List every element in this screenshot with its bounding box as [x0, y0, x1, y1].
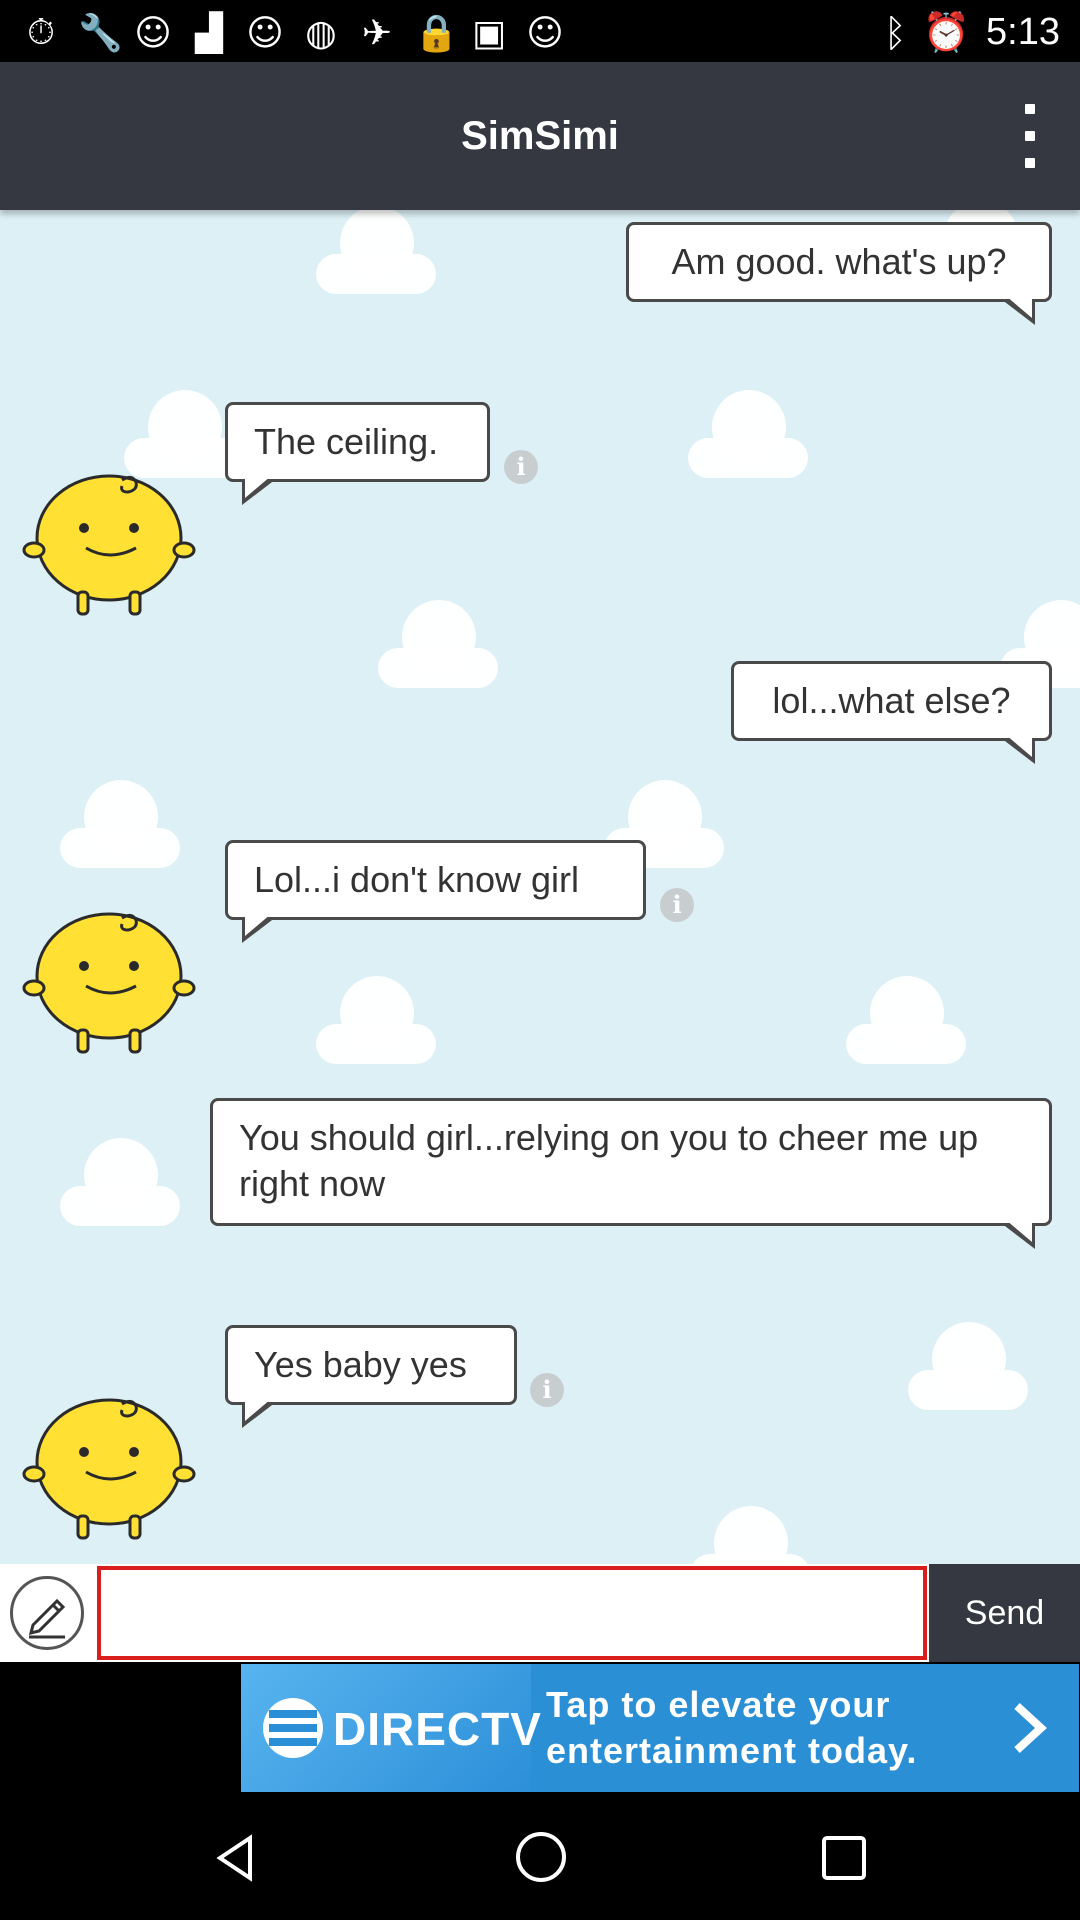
- pencil-icon[interactable]: [10, 1576, 84, 1650]
- satellite-icon: ✈: [361, 12, 393, 54]
- bubble-tail: [1001, 735, 1035, 764]
- notification-icons: ⏱ 🔧 ☺ ▟ ☺ ◍ ✈ 🔒 ▣ ☺: [22, 12, 564, 54]
- system-icons: ᛒ ⏰ 5:13: [884, 10, 1060, 55]
- app-bar: SimSimi: [0, 62, 1080, 210]
- cloud-decoration: [846, 976, 966, 1066]
- message-text: You should girl...relying on you to chee…: [239, 1117, 979, 1204]
- recents-icon[interactable]: [818, 1832, 870, 1884]
- message-bubble-bot[interactable]: The ceiling.: [225, 402, 490, 505]
- pencil-icon-glyph: [28, 1598, 66, 1639]
- message-bubble-bot[interactable]: Lol...i don't know girl: [225, 840, 646, 943]
- simsimi-avatar: [22, 1398, 196, 1540]
- bubble-tail: [1001, 296, 1035, 325]
- ad-area: DIRECTV Tap to elevate your entertainmen…: [0, 1662, 1080, 1794]
- message-text: Lol...i don't know girl: [254, 859, 580, 900]
- message-text: Yes baby yes: [254, 1344, 467, 1385]
- bubble-tail: [242, 1399, 276, 1428]
- home-icon[interactable]: [514, 1830, 568, 1884]
- cat-icon: ▣: [471, 12, 506, 54]
- ad-banner[interactable]: DIRECTV Tap to elevate your entertainmen…: [241, 1664, 1079, 1792]
- cloud-decoration: [316, 210, 436, 296]
- app-title: SimSimi: [461, 114, 619, 158]
- message-text: Am good. what's up?: [671, 241, 1007, 282]
- bubble-tail: [242, 476, 276, 505]
- cloud-decoration: [908, 1322, 1028, 1412]
- wrench-icon: 🔧: [78, 13, 123, 54]
- info-icon[interactable]: i: [530, 1373, 564, 1407]
- message-text: lol...what else?: [772, 680, 1011, 721]
- ad-line-2: entertainment today.: [546, 1730, 918, 1771]
- message-bubble-user[interactable]: Am good. what's up?: [626, 222, 1052, 325]
- ad-line-1: Tap to elevate your: [546, 1684, 891, 1725]
- clock: 5:13: [986, 11, 1060, 53]
- bubble-tail: [242, 914, 276, 943]
- bubble-tail: [1001, 1220, 1035, 1249]
- back-icon[interactable]: [210, 1832, 262, 1884]
- info-icon[interactable]: i: [660, 888, 694, 922]
- ad-text: Tap to elevate your entertainment today.: [241, 1664, 1079, 1792]
- smiley-icon: ☺: [526, 12, 564, 54]
- smiley-icon: ☺: [134, 12, 172, 54]
- timer-icon: ⏱: [26, 12, 56, 53]
- chat-area[interactable]: Am good. what's up? The ceiling. i lol..…: [0, 210, 1080, 1564]
- more-vert-icon[interactable]: [1002, 96, 1058, 176]
- message-bubble-bot[interactable]: Yes baby yes: [225, 1325, 517, 1428]
- lock-icon: 🔒: [414, 13, 459, 54]
- cloud-decoration: [60, 780, 180, 870]
- info-icon[interactable]: i: [504, 450, 538, 484]
- send-button[interactable]: Send: [929, 1564, 1080, 1662]
- system-nav-bar: [0, 1794, 1080, 1920]
- status-bar: ⏱ 🔧 ☺ ▟ ☺ ◍ ✈ 🔒 ▣ ☺ ᛒ ⏰ 5:13: [0, 0, 1080, 62]
- message-bubble-user[interactable]: lol...what else?: [731, 661, 1052, 764]
- chevron-right-icon: [1014, 1703, 1047, 1753]
- composer-bar: Send: [0, 1564, 1080, 1662]
- alarm-icon: ⏰: [922, 10, 971, 54]
- cloud-decoration: [690, 1506, 810, 1564]
- message-bubble-user[interactable]: You should girl...relying on you to chee…: [210, 1098, 1052, 1249]
- cloud-decoration: [316, 976, 436, 1066]
- message-input[interactable]: [97, 1566, 927, 1660]
- smiley-icon: ☺: [246, 12, 284, 54]
- simsimi-avatar: [22, 912, 196, 1054]
- cloud-decoration: [688, 390, 808, 480]
- spinner-icon: ◍: [305, 12, 337, 54]
- message-text: The ceiling.: [254, 421, 439, 462]
- bluetooth-icon: ᛒ: [883, 10, 907, 55]
- simsimi-avatar: [22, 474, 196, 616]
- cloud-decoration: [60, 1138, 180, 1228]
- cloud-decoration: [378, 600, 498, 690]
- flipboard-icon: ▟: [195, 12, 223, 54]
